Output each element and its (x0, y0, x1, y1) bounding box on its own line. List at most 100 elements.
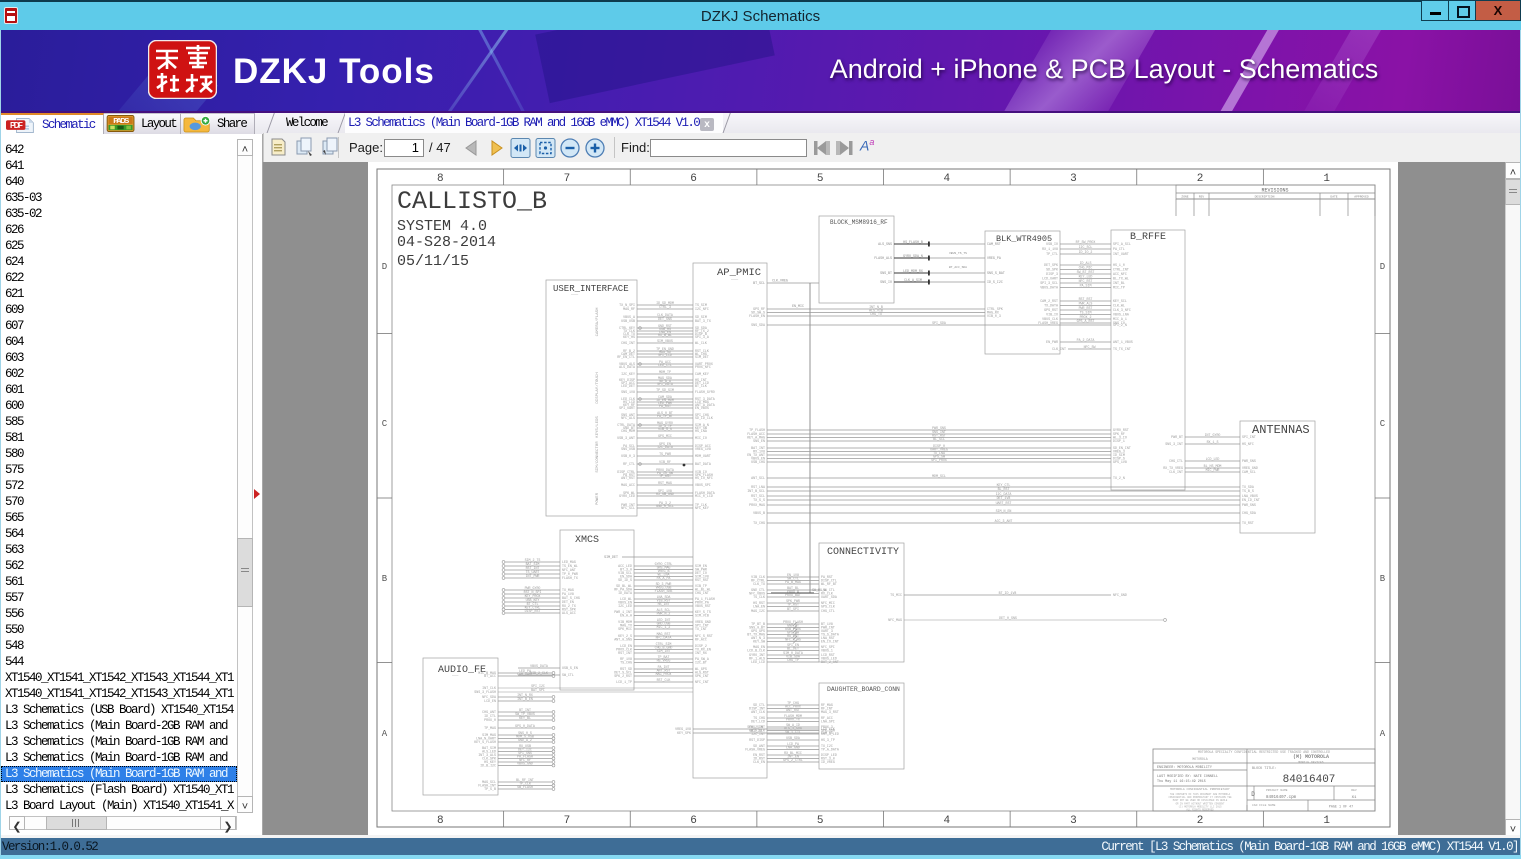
svg-text:SPI_A_SCL: SPI_A_SCL (1113, 242, 1131, 246)
svg-text:LED_DET: LED_DET (621, 384, 635, 388)
svg-text:HS_VREG: HS_VREG (657, 659, 671, 663)
svg-text:SD_ID_S: SD_ID_S (618, 578, 632, 582)
svg-text:BL_SCL: BL_SCL (933, 437, 945, 441)
svg-text:ID_S_I2C: ID_S_I2C (987, 280, 1003, 284)
svg-text:TS_PWR: TS_PWR (659, 452, 671, 456)
svg-text:LCD_B_CLK: LCD_B_CLK (747, 649, 765, 653)
svg-text:PA_RST: PA_RST (659, 404, 671, 408)
svg-text:CLK_EN: CLK_EN (753, 760, 765, 764)
svg-text:SIM_N_EN: SIM_N_EN (996, 509, 1012, 513)
svg-text:MOBILE DEVICES: MOBILE DEVICES (1298, 761, 1323, 764)
svg-text:KEYS/LEDS: KEYS/LEDS (595, 416, 600, 438)
svg-text:ID_DATA: ID_DATA (618, 591, 632, 595)
svg-text:SW_1_CTL: SW_1_CTL (785, 730, 801, 734)
svg-text:VIB_IO: VIB_IO (1046, 313, 1058, 317)
svg-text:ALS_SNS: ALS_SNS (878, 242, 892, 246)
svg-text:D: D (1251, 791, 1255, 798)
svg-text:APPROVED: APPROVED (1354, 196, 1369, 199)
svg-text:PA_2_DATA: PA_2_DATA (1077, 338, 1095, 342)
svg-text:PA_A_PA: PA_A_PA (657, 576, 671, 580)
svg-text:RX_1_1V8: RX_1_1V8 (1042, 247, 1058, 251)
svg-text:VIB_RF: VIB_RF (659, 460, 671, 464)
svg-text:NFC_GND: NFC_GND (1113, 593, 1127, 597)
svg-text:ANTENNAS: ANTENNAS (1252, 423, 1310, 437)
svg-text:6: 6 (690, 173, 697, 185)
svg-text:DET_LCD: DET_LCD (751, 720, 765, 724)
svg-text:MAG_ACC: MAG_ACC (621, 483, 635, 487)
svg-text:CHG_CTL: CHG_CTL (1169, 459, 1183, 463)
svg-text:3: 3 (1070, 173, 1077, 185)
svg-text:EN_ID_INT: EN_ID_INT (1242, 498, 1260, 502)
svg-text:NFC_MAG: NFC_MAG (888, 618, 902, 622)
svg-text:5: 5 (817, 815, 824, 827)
svg-text:ANT_RST: ANT_RST (621, 476, 635, 480)
svg-text:Thu May 11 16:15:49 2015: Thu May 11 16:15:49 2015 (1157, 779, 1206, 784)
svg-text:VBUS_B: VBUS_B (753, 511, 765, 515)
svg-text:INT_BL: INT_BL (1113, 281, 1125, 285)
svg-text:LNA_SPI: LNA_SPI (821, 720, 835, 724)
svg-text:CAM_HS: CAM_HS (821, 731, 833, 735)
svg-text:FLASH_TX: FLASH_TX (562, 576, 578, 580)
svg-text:FLASH_VREG: FLASH_VREG (745, 748, 765, 752)
svg-text:BL_RST: BL_RST (998, 487, 1010, 491)
svg-text:ALS_ACC: ALS_ACC (562, 611, 576, 615)
svg-text:RX_1_S: RX_1_S (1207, 440, 1219, 444)
svg-text:TS_TX_INT: TS_TX_INT (1113, 347, 1131, 351)
svg-text:MAG_PROX: MAG_PROX (656, 672, 672, 676)
svg-text:ANT_SCL: ANT_SCL (751, 476, 765, 480)
svg-text:KEY_SCL: KEY_SCL (1113, 299, 1127, 303)
svg-text:LED_CTL: LED_CTL (658, 363, 672, 367)
svg-text:INT_UART: INT_UART (1113, 252, 1129, 256)
svg-text:INT_GYRO: INT_GYRO (1205, 433, 1221, 437)
svg-text:CHG_INT: CHG_INT (621, 341, 635, 345)
svg-text:KEY_HS: KEY_HS (623, 335, 635, 339)
svg-text:PA_CTL: PA_CTL (1113, 247, 1125, 251)
svg-text:USER_INTERFACE: USER_INTERFACE (553, 284, 629, 294)
svg-text:VREG_1V8: VREG_1V8 (695, 447, 711, 451)
svg-text:DET_SPK: DET_SPK (1044, 263, 1058, 267)
svg-text:FLASH_EN: FLASH_EN (749, 314, 765, 318)
svg-text:SIM_VIB: SIM_VIB (695, 614, 709, 618)
svg-text:4: 4 (944, 173, 951, 185)
svg-text:RX_B_WL: RX_B_WL (658, 333, 672, 337)
svg-text:KEY_SW: KEY_SW (753, 640, 765, 644)
svg-text:DISP_RST: DISP_RST (525, 609, 541, 613)
svg-text:SIM/CONNECTOR: SIM/CONNECTOR (595, 441, 600, 473)
svg-text:D: D (1380, 262, 1385, 272)
svg-text:TS_B_S: TS_B_S (1242, 489, 1254, 493)
svg-text:SNS_IO: SNS_IO (880, 280, 892, 284)
svg-text:USB_S_EN: USB_S_EN (562, 666, 578, 670)
svg-text:TX_RST: TX_RST (1242, 521, 1254, 525)
svg-text:CHG_MDM: CHG_MDM (621, 429, 635, 433)
svg-text:CAD FILE NAME: CAD FILE NAME (1252, 804, 1276, 807)
svg-text:GND_0_SCL: GND_0_SCL (656, 504, 674, 508)
svg-text:USB_IO: USB_IO (1046, 242, 1058, 246)
svg-text:I2C_SCL: I2C_SCL (1079, 245, 1093, 249)
svg-text:PA_SIM: PA_SIM (1080, 284, 1092, 288)
svg-text:VREG_PA: VREG_PA (987, 256, 1001, 260)
svg-text:SNS_IO: SNS_IO (1113, 321, 1125, 325)
svg-text:DISP_3: DISP_3 (1046, 272, 1058, 276)
svg-text:EN_IO_INT: EN_IO_INT (821, 640, 839, 644)
svg-text:PROX_MAG: PROX_MAG (749, 503, 765, 507)
svg-text:84016407: 84016407 (1283, 774, 1336, 786)
svg-text:PAGE 1 OF 47: PAGE 1 OF 47 (1329, 806, 1353, 810)
svg-text:SNS_3_FLASH: SNS_3_FLASH (474, 690, 496, 694)
svg-text:04-S28-2014: 04-S28-2014 (397, 234, 496, 251)
svg-text:SNS_BT: SNS_BT (880, 271, 892, 275)
svg-text:CHG_TX: CHG_TX (870, 312, 882, 316)
svg-text:BAT_2_ANT: BAT_2_ANT (821, 660, 839, 664)
svg-text:LCD_1_TP: LCD_1_TP (616, 680, 632, 684)
svg-text:ID_B_I2C: ID_B_I2C (480, 764, 496, 768)
svg-text:KEY_BL: KEY_BL (519, 716, 531, 720)
svg-text:DATE: DATE (1330, 196, 1337, 199)
svg-text:I2C_NFC: I2C_NFC (695, 307, 709, 311)
svg-text:PROX_TX: PROX_TX (786, 718, 800, 722)
svg-text:FLASH_SNS: FLASH_SNS (655, 589, 673, 593)
svg-text:INT_RX: INT_RX (695, 651, 707, 655)
svg-text:DET_SNS: DET_SNS (658, 317, 672, 321)
svg-text:SNS_EN: SNS_EN (753, 439, 765, 443)
svg-text:SPI_LCD: SPI_LCD (658, 353, 672, 357)
svg-text:PROJECT NAME: PROJECT NAME (1266, 789, 1288, 792)
svg-text:KEY_SPK: KEY_SPK (677, 731, 691, 735)
